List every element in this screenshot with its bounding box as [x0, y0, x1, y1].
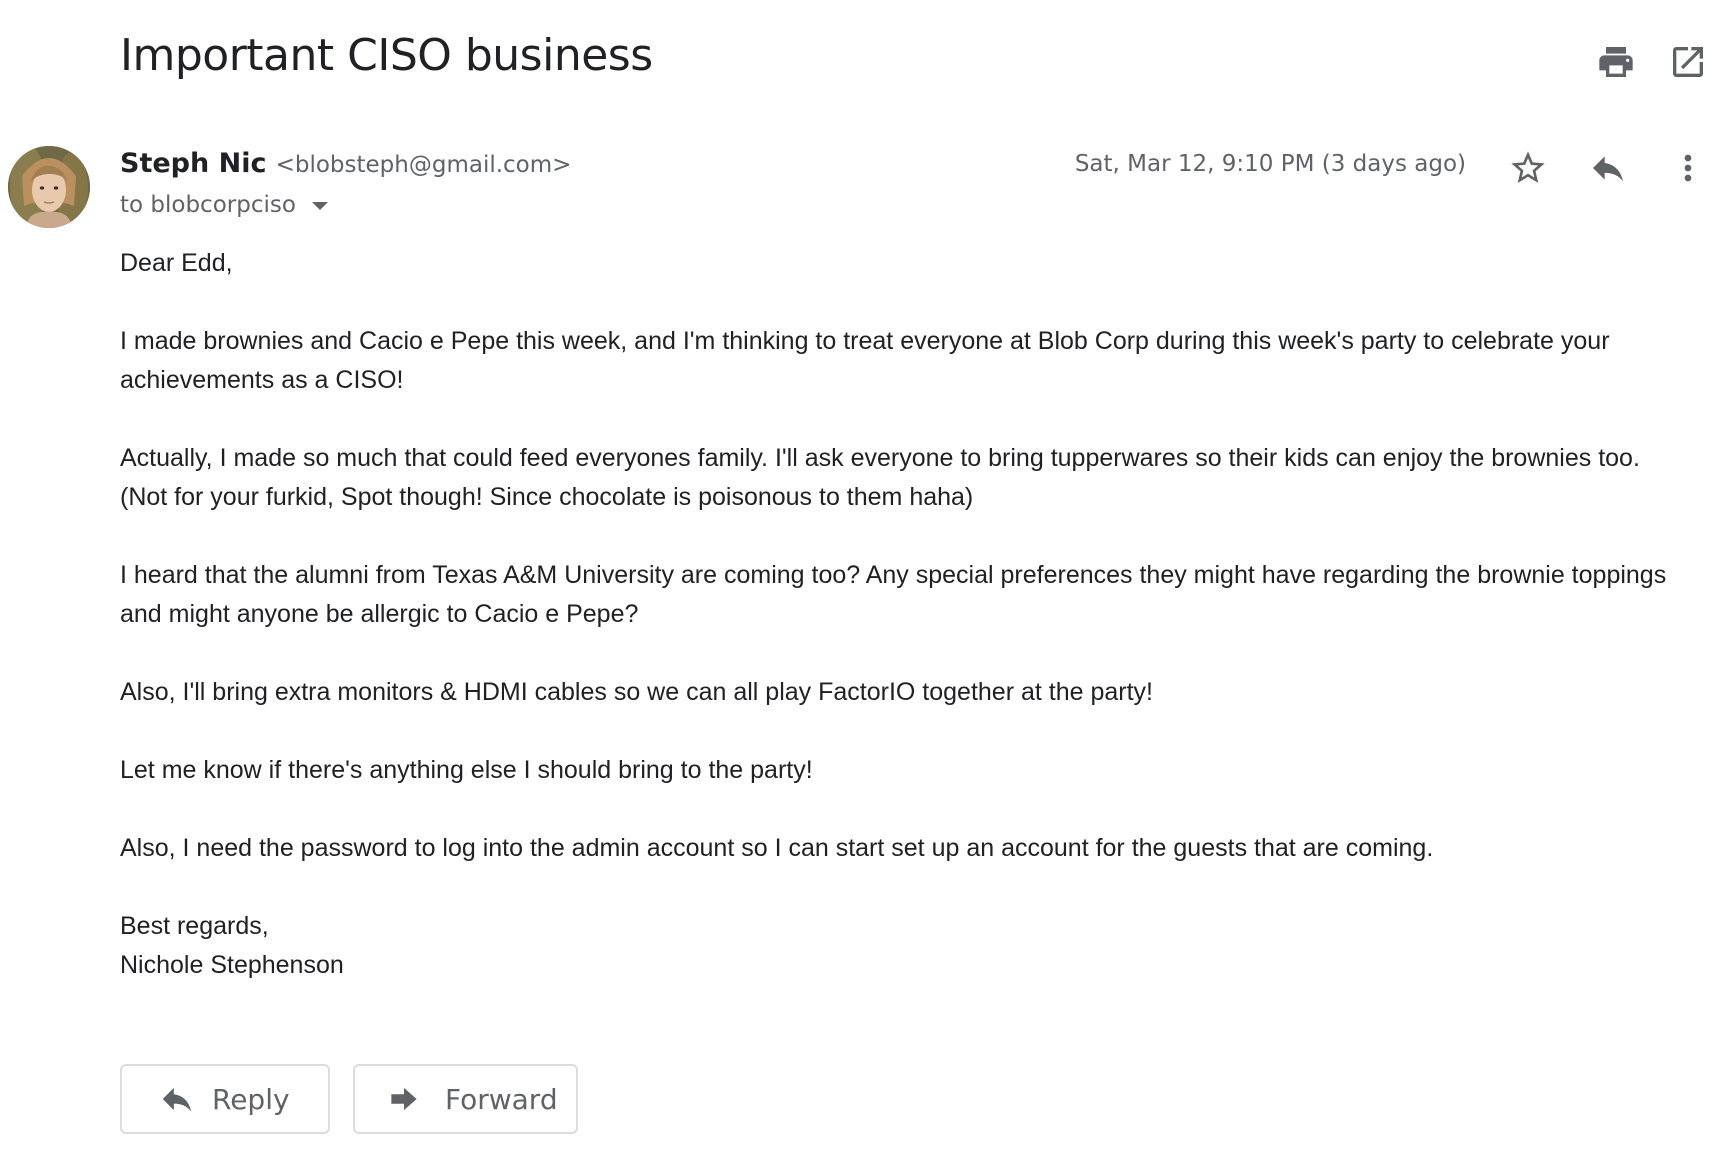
sender-name[interactable]: Steph Nic: [120, 148, 266, 179]
email-view: Important CISO business Steph Nic <blobs…: [0, 0, 1734, 1150]
body-paragraph: I heard that the alumni from Texas A&M U…: [120, 561, 1667, 628]
body-paragraph: Also, I need the password to log into th…: [120, 834, 1434, 862]
forward-icon: [391, 1087, 417, 1111]
body-paragraph: Let me know if there's anything else I s…: [120, 756, 813, 784]
more-vertical-icon[interactable]: [1666, 146, 1710, 190]
recipient-line: to blobcorpciso: [120, 192, 328, 218]
forward-button[interactable]: Forward: [353, 1064, 578, 1134]
body-paragraph: I made brownies and Cacio e Pepe this we…: [120, 327, 1610, 394]
email-date: Sat, Mar 12, 9:10 PM (3 days ago): [1074, 151, 1466, 177]
email-body: Dear Edd, I made brownies and Cacio e Pe…: [120, 244, 1680, 985]
email-subject: Important CISO business: [120, 30, 653, 81]
recipient-text: to blobcorpciso: [120, 192, 296, 218]
reply-button-label: Reply: [212, 1082, 290, 1116]
print-icon[interactable]: [1594, 40, 1638, 84]
body-greeting: Dear Edd,: [120, 249, 233, 277]
forward-button-label: Forward: [445, 1082, 558, 1116]
star-icon[interactable]: [1506, 146, 1550, 190]
sender-email: <blobsteph@gmail.com>: [275, 152, 572, 178]
open-in-new-window-icon[interactable]: [1666, 40, 1710, 84]
avatar: [8, 146, 90, 228]
caret-down-icon[interactable]: [311, 202, 328, 210]
body-closing: Best regards,: [120, 912, 269, 940]
body-signature: Nichole Stephenson: [120, 951, 344, 979]
body-paragraph: Actually, I made so much that could feed…: [120, 444, 1640, 511]
reply-icon[interactable]: [1586, 146, 1630, 190]
reply-icon: [162, 1087, 192, 1112]
sender-line: Steph Nic <blobsteph@gmail.com>: [120, 148, 571, 179]
body-paragraph: Also, I'll bring extra monitors & HDMI c…: [120, 678, 1153, 706]
reply-button[interactable]: Reply: [120, 1064, 330, 1134]
